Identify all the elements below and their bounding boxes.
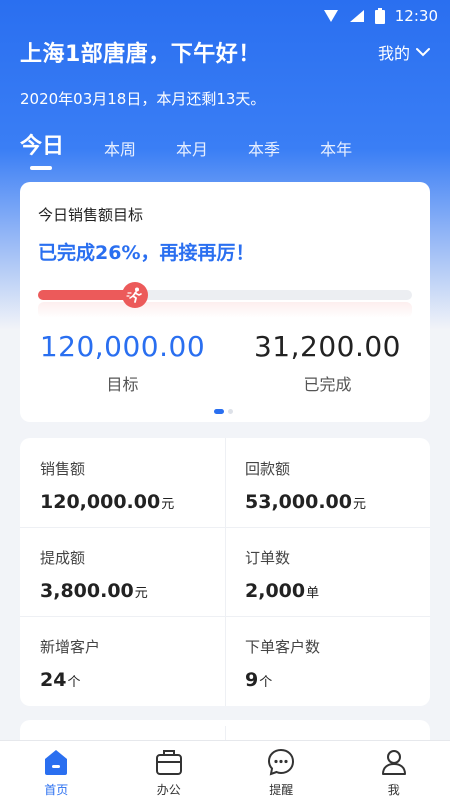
nav-home-label: 首页 [44,783,69,797]
carousel-dot-active [214,409,224,414]
stat-label: 回款额 [245,460,291,478]
done-column: 31,200.00 已完成 [225,330,430,395]
progress-bar [38,282,412,308]
chat-bubble-icon [268,748,295,776]
date-line: 2020年03月18日，本月还剩13天。 [20,90,266,108]
carousel-dot [228,409,233,414]
period-tabs: 今日 本周 本月 本季 本年 [20,128,392,170]
stat-label: 下单客户数 [245,638,321,656]
user-icon [381,750,406,775]
stat-label: 销售额 [40,460,86,478]
tab-quarter[interactable]: 本季 [248,136,280,170]
status-bar: 12:30 [0,0,450,32]
target-value: 120,000.00 [39,330,206,363]
stat-value: 120,000.00 [40,491,161,513]
sales-target-card[interactable]: 今日销售额目标 已完成26%，再接再厉！ 120,000.00 目标 31,20… [20,182,430,422]
stats-card: 销售额 120,000.00元 回款额 53,000.00元 提成额 3,800… [20,438,430,706]
stat-unit: 个 [259,675,273,690]
target-column: 120,000.00 目标 [20,330,225,395]
progress-bar-fill [38,290,135,300]
stat-label: 新增客户 [40,638,101,656]
stat-value: 2,000 [245,580,306,602]
nav-home[interactable]: 首页 [0,741,113,800]
carousel-indicator [214,409,233,414]
home-icon [45,750,68,775]
done-value: 31,200.00 [253,330,401,363]
stat-value: 53,000.00 [245,491,352,513]
nav-me[interactable]: 我 [338,741,450,800]
progress-bar-glow [38,302,412,318]
stat-unit: 元 [134,586,148,601]
stat-ordering-customers[interactable]: 下单客户数 9个 [225,616,430,705]
greeting-title: 上海1部唐唐，下午好！ [20,42,261,67]
stat-label: 提成额 [40,549,86,567]
stat-unit: 单 [306,586,320,601]
tab-today[interactable]: 今日 [20,128,64,170]
stat-value: 3,800.00 [40,580,134,602]
tab-month[interactable]: 本月 [176,136,208,170]
signal-icon [323,10,338,22]
target-progress-text: 已完成26%，再接再厉！ [38,242,255,264]
stat-value: 24 [40,669,67,691]
stat-unit: 元 [161,497,175,512]
chevron-down-icon [416,48,430,57]
stat-sales[interactable]: 销售额 120,000.00元 [20,438,225,527]
stat-unit: 个 [67,675,81,690]
tab-year[interactable]: 本年 [320,136,352,170]
mine-dropdown-button[interactable]: 我的 [378,40,430,64]
nav-me-label: 我 [387,783,400,797]
stat-value: 9 [245,669,259,691]
stat-commission[interactable]: 提成额 3,800.00元 [20,527,225,616]
bottom-nav: 首页 办公 提醒 我 [0,740,450,800]
nav-reminder-label: 提醒 [269,783,294,797]
mine-label: 我的 [377,44,410,63]
wifi-icon [349,10,364,22]
done-label: 已完成 [303,375,352,394]
stat-payment[interactable]: 回款额 53,000.00元 [225,438,430,527]
stat-unit: 元 [352,497,366,512]
runner-icon [122,282,148,308]
battery-icon [374,8,385,24]
stat-orders[interactable]: 订单数 2,000单 [225,527,430,616]
stat-label: 订单数 [245,549,291,567]
nav-office[interactable]: 办公 [113,741,226,800]
stat-new-customers[interactable]: 新增客户 24个 [20,616,225,705]
tab-week[interactable]: 本周 [104,136,136,170]
status-time: 12:30 [394,7,438,25]
briefcase-icon [155,750,182,775]
nav-reminder[interactable]: 提醒 [225,741,338,800]
target-label: 目标 [106,375,139,394]
target-card-title: 今日销售额目标 [38,206,144,224]
nav-office-label: 办公 [156,783,181,797]
